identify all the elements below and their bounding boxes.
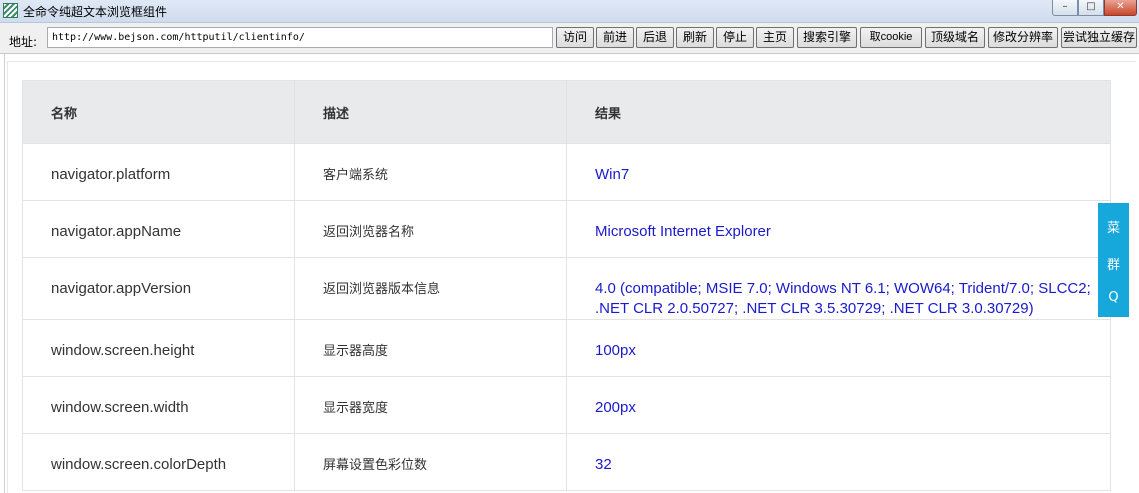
table-header-row: 名称 描述 结果 — [22, 80, 1111, 144]
side-tab-char[interactable]: 群 — [1098, 254, 1129, 273]
table-row: navigator.appVersion 返回浏览器版本信息 4.0 (comp… — [22, 257, 1111, 320]
table-row: navigator.appName 返回浏览器名称 Microsoft Inte… — [22, 200, 1111, 258]
forward-button[interactable]: 前进 — [596, 27, 634, 48]
row-description: 显示器高度 — [294, 319, 567, 377]
top-domain-button[interactable]: 顶级域名 — [925, 27, 985, 48]
address-label: 地址: — [9, 35, 38, 49]
back-button[interactable]: 后退 — [636, 27, 674, 48]
page-body: 名称 描述 结果 navigator.platform 客户端系统 Win7 n… — [7, 61, 1136, 493]
close-button[interactable]: ✕ — [1104, 0, 1137, 16]
client-info-table: 名称 描述 结果 navigator.platform 客户端系统 Win7 n… — [22, 80, 1111, 491]
title-bar[interactable]: 全命令纯超文本浏览框组件 – □ ✕ — [0, 0, 1139, 23]
side-float-tab[interactable]: 菜 群 Q — [1098, 203, 1129, 317]
row-description: 返回浏览器名称 — [294, 200, 567, 258]
header-result: 结果 — [566, 80, 1111, 144]
row-description: 显示器宽度 — [294, 376, 567, 434]
change-resolution-button[interactable]: 修改分辨率 — [988, 27, 1058, 48]
table-row: window.screen.colorDepth 屏幕设置色彩位数 32 — [22, 433, 1111, 491]
row-description: 返回浏览器版本信息 — [294, 257, 567, 320]
row-result: 100px — [566, 319, 1111, 377]
table-row: window.screen.height 显示器高度 100px — [22, 319, 1111, 377]
get-cookie-button[interactable]: 取cookie — [860, 27, 922, 48]
side-tab-char[interactable]: 菜 — [1098, 217, 1129, 236]
row-result: 200px — [566, 376, 1111, 434]
row-result: Microsoft Internet Explorer — [566, 200, 1111, 258]
toolbar: 地址: http://www.bejson.com/httputil/clien… — [0, 23, 1139, 54]
header-description: 描述 — [294, 80, 567, 144]
row-name: navigator.appVersion — [22, 257, 295, 320]
search-engine-button[interactable]: 搜索引擎 — [797, 27, 857, 48]
row-result: Win7 — [566, 143, 1111, 201]
row-result: 4.0 (compatible; MSIE 7.0; Windows NT 6.… — [566, 257, 1111, 320]
row-name: navigator.platform — [22, 143, 295, 201]
home-button[interactable]: 主页 — [756, 27, 794, 48]
window-title: 全命令纯超文本浏览框组件 — [23, 5, 168, 19]
row-name: window.screen.colorDepth — [22, 433, 295, 491]
minimize-button[interactable]: – — [1052, 0, 1078, 16]
app-icon — [3, 3, 18, 18]
address-input[interactable]: http://www.bejson.com/httputil/clientinf… — [47, 27, 553, 48]
row-name: window.screen.width — [22, 376, 295, 434]
refresh-button[interactable]: 刷新 — [676, 27, 714, 48]
row-description: 屏幕设置色彩位数 — [294, 433, 567, 491]
row-description: 客户端系统 — [294, 143, 567, 201]
row-name: navigator.appName — [22, 200, 295, 258]
independent-cache-button[interactable]: 尝试独立缓存 — [1061, 27, 1137, 48]
table-row: window.screen.width 显示器宽度 200px — [22, 376, 1111, 434]
browser-window: 全命令纯超文本浏览框组件 – □ ✕ 地址: http://www.bejson… — [0, 0, 1139, 493]
header-name: 名称 — [22, 80, 295, 144]
stop-button[interactable]: 停止 — [716, 27, 754, 48]
side-tab-char[interactable]: Q — [1098, 290, 1129, 305]
row-name: window.screen.height — [22, 319, 295, 377]
row-result: 32 — [566, 433, 1111, 491]
maximize-button[interactable]: □ — [1078, 0, 1104, 16]
page-viewport[interactable]: 名称 描述 结果 navigator.platform 客户端系统 Win7 n… — [4, 54, 1139, 493]
table-row: navigator.platform 客户端系统 Win7 — [22, 143, 1111, 201]
visit-button[interactable]: 访问 — [556, 27, 594, 48]
